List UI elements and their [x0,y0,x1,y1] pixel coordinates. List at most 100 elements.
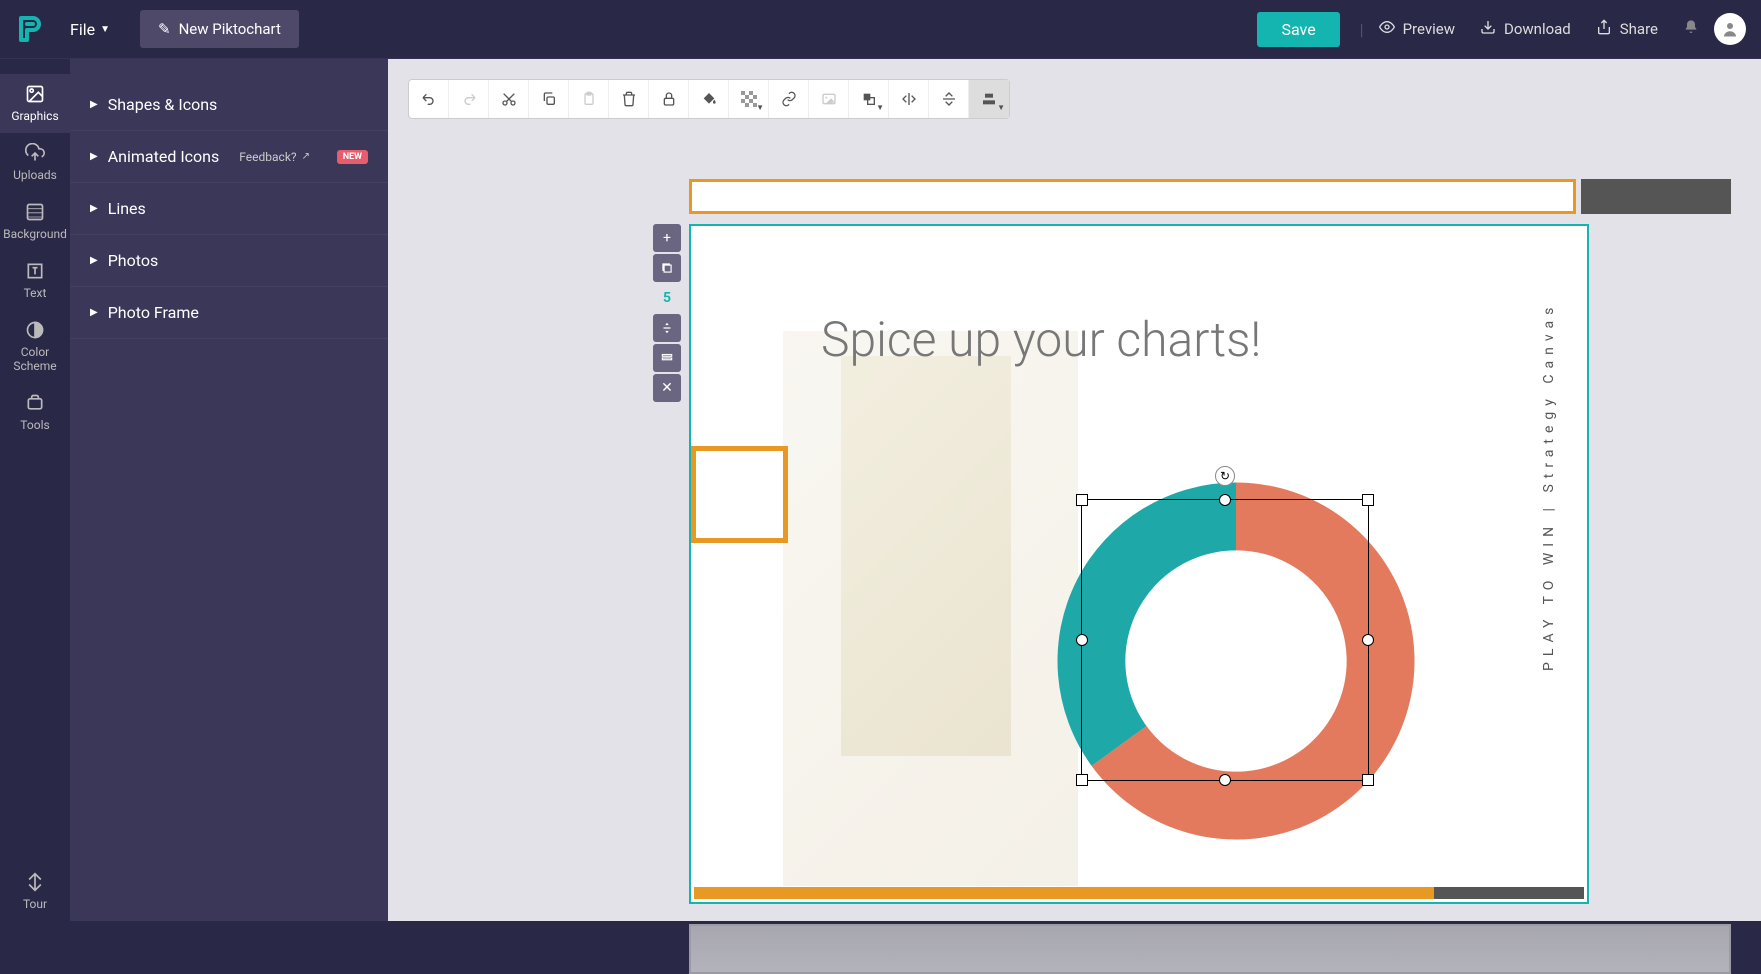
separator: | [1360,20,1364,39]
align-button[interactable]: ▼ [969,80,1009,118]
graphics-panel: ▶ Shapes & Icons ▶ Animated Icons Feedba… [70,59,388,921]
panel-lines[interactable]: ▶ Lines [70,183,388,235]
top-header: File ▼ ✎ New Piktochart Save | Preview D… [0,0,1761,59]
resize-handle-bl[interactable] [1076,774,1088,786]
previous-slide-peek[interactable] [689,179,1731,214]
share-icon [1596,19,1612,39]
redo-button[interactable] [449,80,489,118]
vertical-label-text[interactable]: PLAY TO WIN | Strategy Canvas [1541,276,1557,696]
flip-vertical-button[interactable] [929,80,969,118]
link-button[interactable] [769,80,809,118]
download-button[interactable]: Download [1480,19,1571,39]
preview-button[interactable]: Preview [1379,19,1455,39]
slide-canvas[interactable]: Spice up your charts! PLAY TO WIN | Stra… [689,224,1589,904]
caret-right-icon: ▶ [90,151,98,162]
preview-label: Preview [1403,20,1455,38]
image-button[interactable] [809,80,849,118]
flip-horizontal-button[interactable] [889,80,929,118]
share-label: Share [1620,20,1658,38]
slide-title-text[interactable]: Spice up your charts! [821,311,1261,368]
rail-text-label: Text [24,286,47,300]
download-icon [1480,19,1496,39]
delete-slide-button[interactable]: ✕ [653,374,681,402]
page-number: 5 [653,284,681,312]
panel-lines-label: Lines [108,199,146,218]
file-menu[interactable]: File ▼ [70,20,110,39]
rail-background[interactable]: Background [0,192,70,251]
canvas-area: ▼ ▼ ▼ + 5 ✕ Spice up your charts! PLAY T… [388,59,1761,921]
external-link-icon: ↗ [302,151,310,162]
slide-settings-button[interactable] [653,344,681,372]
resize-handle-tr[interactable] [1362,494,1374,506]
caret-right-icon: ▶ [90,255,98,266]
rail-tools[interactable]: Tools [0,383,70,442]
fill-button[interactable] [689,80,729,118]
rail-text[interactable]: Text [0,251,70,310]
bottom-accent-bar-orange [694,887,1434,899]
resize-handle-tl[interactable] [1076,494,1088,506]
caret-right-icon: ▶ [90,307,98,318]
caret-right-icon: ▶ [90,203,98,214]
rail-uploads[interactable]: Uploads [0,133,70,192]
resize-handle-t[interactable] [1219,494,1231,506]
caret-down-icon: ▼ [876,103,884,112]
feedback-link[interactable]: Feedback? [239,150,296,164]
file-menu-label: File [70,20,95,39]
left-rail: Graphics Uploads Background Text Color S… [0,59,70,921]
caret-down-icon: ▼ [756,103,764,112]
paste-button[interactable] [569,80,609,118]
undo-button[interactable] [409,80,449,118]
resize-handle-br[interactable] [1362,774,1374,786]
rail-tour-label: Tour [23,897,47,911]
opacity-button[interactable]: ▼ [729,80,769,118]
panel-photoframe-label: Photo Frame [108,303,199,322]
rail-tour[interactable]: Tour [0,862,70,921]
notification-bell-icon[interactable] [1683,19,1699,39]
resize-handle-r[interactable] [1362,634,1374,646]
panel-shapes-label: Shapes & Icons [108,95,218,114]
panel-animated-label: Animated Icons [108,147,220,166]
save-button[interactable]: Save [1257,12,1339,47]
caret-right-icon: ▶ [90,99,98,110]
share-button[interactable]: Share [1596,19,1658,39]
copy-button[interactable] [529,80,569,118]
new-button-label: New Piktochart [179,20,281,38]
canvas-toolbar: ▼ ▼ ▼ [408,79,1010,119]
rotate-handle[interactable]: ↻ [1215,466,1235,486]
bottom-accent-bar-gray [1434,887,1584,899]
orange-accent-square[interactable] [691,446,788,543]
next-slide-peek[interactable] [689,924,1731,974]
panel-photo-frame[interactable]: ▶ Photo Frame [70,287,388,339]
user-avatar[interactable] [1714,13,1746,45]
rail-background-label: Background [3,227,67,241]
rail-uploads-label: Uploads [13,168,57,182]
background-image-placeholder-inner [841,356,1011,756]
resize-handle-l[interactable] [1076,634,1088,646]
app-logo[interactable] [15,14,45,44]
cut-button[interactable] [489,80,529,118]
eye-icon [1379,19,1395,39]
slide-controls: + 5 ✕ [653,224,681,402]
rail-color-label: Color Scheme [0,345,70,373]
new-badge: NEW [337,150,368,164]
panel-animated-icons[interactable]: ▶ Animated Icons Feedback? ↗ NEW [70,131,388,183]
rail-color-scheme[interactable]: Color Scheme [0,310,70,383]
caret-down-icon: ▼ [997,103,1005,112]
arrange-button[interactable]: ▼ [849,80,889,118]
download-label: Download [1504,20,1571,38]
add-slide-button[interactable]: + [653,224,681,252]
delete-button[interactable] [609,80,649,118]
rail-graphics[interactable]: Graphics [0,74,70,133]
lock-button[interactable] [649,80,689,118]
clone-slide-button[interactable] [653,254,681,282]
rail-graphics-label: Graphics [11,109,58,123]
move-slide-button[interactable] [653,314,681,342]
selection-bounding-box[interactable]: ↻ [1081,499,1369,781]
chevron-down-icon: ▼ [100,24,110,35]
pencil-icon: ✎ [158,20,171,38]
panel-photos-label: Photos [108,251,159,270]
panel-shapes-icons[interactable]: ▶ Shapes & Icons [70,79,388,131]
panel-photos[interactable]: ▶ Photos [70,235,388,287]
resize-handle-b[interactable] [1219,774,1231,786]
new-piktochart-button[interactable]: ✎ New Piktochart [140,10,299,48]
